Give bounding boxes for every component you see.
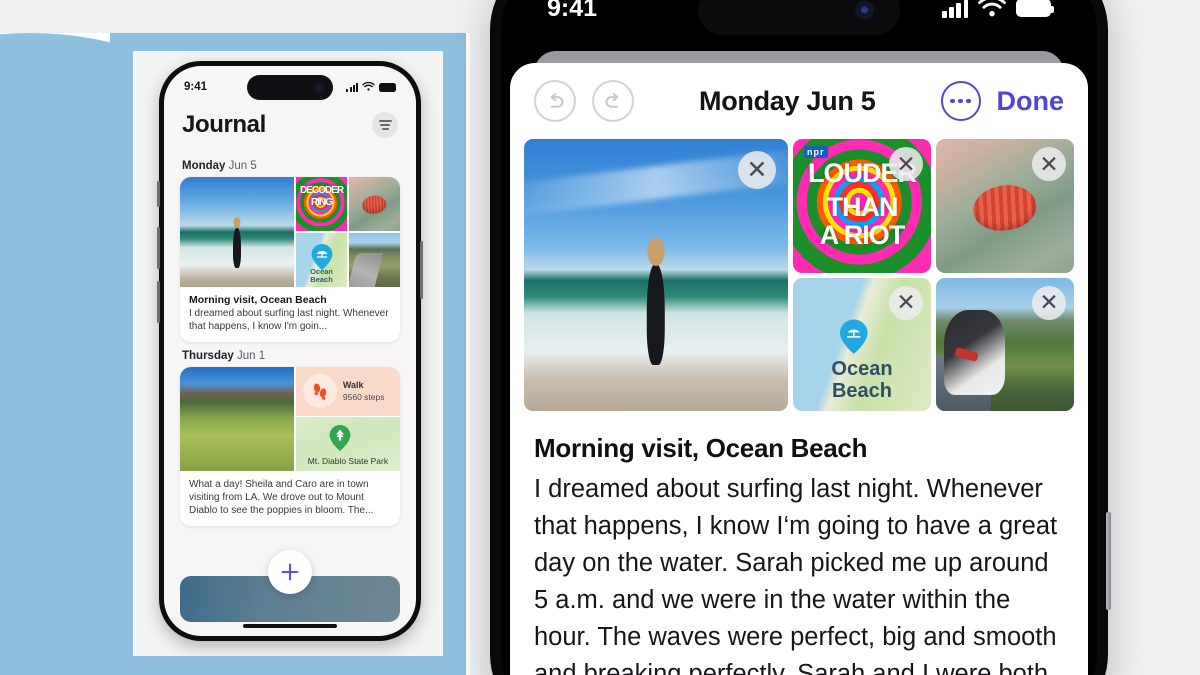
editor-toolbar: Monday Jun 5 Done (510, 63, 1088, 139)
park-tree-pin-icon (329, 424, 351, 451)
mute-switch[interactable] (157, 181, 160, 207)
left-phone-screen: 9:41 Journal Monday Jun 5 DECODER RING O… (164, 66, 416, 636)
status-time: 9:41 (547, 0, 598, 22)
power-button[interactable] (1106, 512, 1111, 610)
journal-entry-card[interactable]: Walk 9560 steps Mt. Diablo State Park Wh… (180, 367, 400, 526)
done-button[interactable]: Done (997, 86, 1065, 117)
journal-header: Journal (164, 111, 416, 139)
screenshot-stage: 9:41 Journal Monday Jun 5 DECODER RING O… (0, 0, 1200, 675)
right-status-bar: 9:41 (501, 0, 1097, 25)
map-label: Ocean Beach (793, 358, 931, 402)
entry-title: Morning visit, Ocean Beach (534, 433, 868, 463)
editor-text-area[interactable]: Morning visit, Ocean Beach I dreamed abo… (510, 411, 1088, 675)
road-shape (348, 253, 383, 287)
editor-date-title: Monday Jun 5 (699, 85, 876, 116)
plus-icon (281, 563, 299, 581)
seashell-photo[interactable] (348, 177, 400, 232)
dog-in-car-photo[interactable]: ✕ (936, 277, 1074, 411)
entry-preview-text: What a day! Sheila and Caro are in town … (189, 479, 374, 516)
volume-up-button[interactable] (157, 227, 160, 269)
surfer-beach-photo[interactable]: ✕ (524, 139, 788, 411)
entry-day-name: Thursday (182, 350, 234, 362)
battery-icon (379, 82, 396, 92)
podcast-artwork[interactable]: DECODER RING (295, 177, 348, 232)
cellular-bars-icon (942, 0, 968, 18)
filter-icon[interactable] (372, 112, 398, 138)
entry-paragraph: I dreamed about surfing last night. When… (534, 475, 1058, 675)
beach-pin-icon (311, 243, 332, 270)
entry-date-heading: Thursday Jun 1 (182, 350, 400, 362)
workout-activity: Walk (342, 380, 364, 391)
close-icon[interactable]: ✕ (1032, 285, 1066, 320)
podcast-artwork[interactable]: npr LOUDER THAN A RIOT ✕ (793, 139, 931, 273)
ocean-beach-map[interactable]: Ocean Beach (295, 232, 348, 287)
volume-down-button[interactable] (157, 281, 160, 323)
wifi-icon (978, 0, 1006, 17)
map-label-line2: Beach (310, 274, 333, 284)
entry-day-name: Monday (182, 160, 226, 172)
right-phone-screen: 9:41 Monday Jun 5 Done ✕ npr LOUDER THAN… (501, 0, 1097, 675)
surfer-figure (646, 264, 666, 365)
surfer-beach-photo[interactable] (180, 177, 295, 287)
entry-day-date: Jun 1 (236, 350, 266, 362)
park-label: Mt. Diablo State Park (307, 456, 389, 466)
state-park-map[interactable]: Mt. Diablo State Park (295, 417, 400, 471)
shell-shape (361, 194, 388, 216)
coast-road-photo[interactable] (348, 232, 400, 287)
podcast-title-line2: THAN (826, 191, 899, 222)
entry-media-grid: Walk 9560 steps Mt. Diablo State Park (180, 367, 400, 471)
entry-preview-text: I dreamed about surfing last night. When… (189, 308, 389, 332)
close-icon[interactable]: ✕ (889, 147, 923, 181)
entry-date-heading: Monday Jun 5 (182, 160, 400, 172)
left-status-bar: 9:41 (164, 74, 416, 100)
entry-media-grid: DECODER RING Ocean Beach (180, 177, 400, 287)
undo-icon[interactable] (534, 80, 576, 122)
map-label: Ocean Beach (296, 268, 347, 284)
left-phone-device: 9:41 Journal Monday Jun 5 DECODER RING O… (157, 61, 423, 641)
status-time: 9:41 (184, 81, 208, 93)
entry-day-date: Jun 5 (228, 160, 257, 172)
entry-title: Morning visit, Ocean Beach (189, 294, 327, 306)
close-icon[interactable]: ✕ (889, 285, 923, 320)
editor-media-grid: ✕ npr LOUDER THAN A RIOT ✕ ✕ Ocean Beach… (510, 139, 1088, 411)
entry-text-block: What a day! Sheila and Caro are in town … (180, 471, 400, 526)
add-entry-button[interactable] (268, 550, 312, 594)
power-button[interactable] (420, 241, 423, 299)
walk-workout-widget[interactable]: Walk 9560 steps (295, 367, 400, 416)
redo-icon[interactable] (592, 80, 634, 122)
journal-entry-card[interactable]: DECODER RING Ocean Beach Morning visit, … (180, 177, 400, 342)
home-indicator[interactable] (243, 624, 337, 628)
entry-text-block: Morning visit, Ocean Beach I dreamed abo… (180, 287, 400, 342)
wifi-icon (362, 82, 375, 91)
close-icon[interactable]: ✕ (1032, 147, 1066, 181)
seashell-photo[interactable]: ✕ (936, 139, 1074, 273)
podcast-title-line1: DECODER (300, 184, 344, 196)
journal-feed[interactable]: Monday Jun 5 DECODER RING Ocean Beach Mo… (164, 152, 416, 554)
workout-detail: 9560 steps (342, 392, 385, 403)
cellular-bars-icon (346, 82, 358, 92)
battery-icon (1016, 0, 1054, 17)
npr-logo: npr (804, 145, 828, 158)
meadow-photo[interactable] (180, 367, 295, 471)
ellipsis-icon[interactable] (940, 81, 981, 121)
podcast-title-line2: RING (311, 196, 333, 208)
close-icon[interactable]: ✕ (738, 151, 776, 189)
shell-shape (970, 181, 1040, 236)
footsteps-icon (302, 374, 337, 409)
left-phone-card: 9:41 Journal Monday Jun 5 DECODER RING O… (133, 51, 443, 656)
beach-pin-icon (839, 318, 868, 354)
right-phone-device: 9:41 Monday Jun 5 Done ✕ npr LOUDER THAN… (490, 0, 1111, 675)
map-label-line1: Ocean (831, 357, 893, 380)
map-label-line2: Beach (831, 379, 893, 402)
entry-editor-sheet: Monday Jun 5 Done ✕ npr LOUDER THAN A RI… (510, 63, 1088, 675)
page-title: Journal (182, 111, 266, 138)
ocean-beach-map[interactable]: Ocean Beach ✕ (793, 277, 931, 411)
surfer-figure (233, 227, 242, 269)
podcast-title-line3: A RIOT (819, 219, 906, 250)
